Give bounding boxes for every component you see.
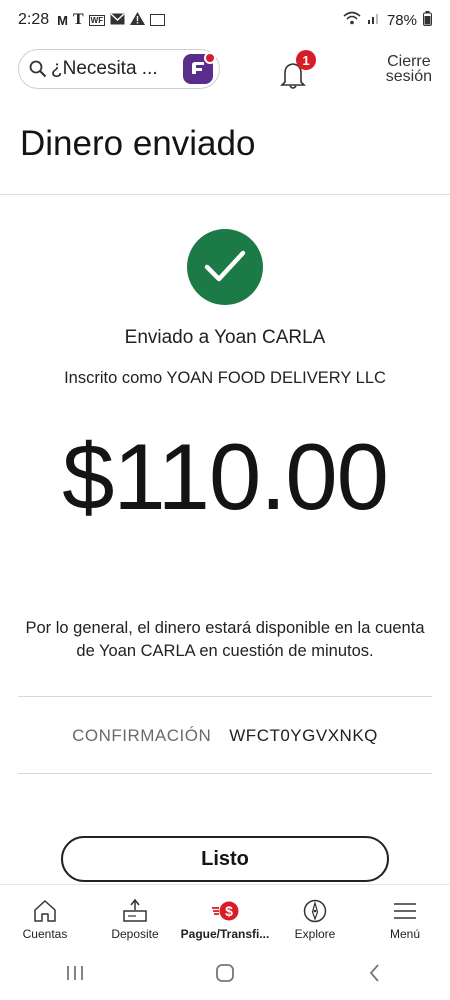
app-header: ¿Necesita ... 1 Cierre sesión <box>0 46 450 94</box>
recipient-text: Enviado a Yoan CARLA <box>124 327 326 348</box>
back-icon[interactable] <box>363 961 387 985</box>
search-placeholder: ¿Necesita ... <box>51 58 158 79</box>
title-divider <box>0 194 450 195</box>
search-icon <box>29 60 47 78</box>
deposit-icon <box>123 898 147 922</box>
success-check-icon <box>187 229 263 305</box>
nav-accounts[interactable]: Cuentas <box>0 885 90 946</box>
battery-percent: 78% <box>386 11 417 29</box>
system-nav-bar <box>0 946 450 1000</box>
signal-icon <box>367 11 381 29</box>
calendar-icon <box>150 14 166 26</box>
status-bar: 2:28 M T WF 78% <box>0 0 450 40</box>
compass-icon <box>303 899 327 923</box>
assistant-icon[interactable] <box>183 52 216 84</box>
nav-label-accounts: Cuentas <box>22 927 68 941</box>
nav-label-explore: Explore <box>294 927 336 941</box>
wifi-icon <box>343 11 361 29</box>
availability-note: Por lo general, el dinero estará disponi… <box>25 619 425 660</box>
pay-transfer-icon: $ <box>212 901 239 921</box>
confirmation-number: WFCT0YGVXNKQ <box>229 726 378 745</box>
nav-explore[interactable]: Explore <box>270 885 360 946</box>
status-right: 78% <box>343 10 432 30</box>
nav-menu[interactable]: Menú <box>360 885 450 946</box>
bottom-nav: Cuentas Deposite $ Pague/Transfi... Expl… <box>0 884 450 946</box>
notification-icons: M T WF <box>57 11 166 29</box>
divider <box>18 773 432 774</box>
amount-sent: $110.00 <box>62 424 389 529</box>
notifications-button[interactable]: 1 <box>280 50 320 89</box>
page-title: Dinero enviado <box>20 124 256 163</box>
search-input[interactable]: ¿Necesita ... <box>18 49 220 89</box>
logout-label-line2: sesión <box>385 68 432 85</box>
assistant-badge <box>204 52 216 64</box>
warning-icon <box>130 12 146 28</box>
status-time: 2:28 <box>18 11 50 28</box>
wf-icon: WF <box>88 14 106 26</box>
gmail-icon: M <box>57 12 68 28</box>
battery-icon <box>423 10 432 30</box>
divider <box>18 696 432 697</box>
mail-icon <box>110 12 125 28</box>
home-icon <box>34 900 56 922</box>
enrolled-as-text: Inscrito como YOAN FOOD DELIVERY LLC <box>64 369 386 387</box>
nav-label-deposit: Deposite <box>111 927 159 941</box>
notification-badge: 1 <box>296 50 316 70</box>
svg-text:$: $ <box>225 903 233 919</box>
confirmation-label: CONFIRMACIÓN <box>72 726 212 745</box>
confirmation-row: CONFIRMACIÓN WFCT0YGVXNKQ <box>0 726 450 746</box>
nav-label-menu: Menú <box>389 927 421 941</box>
tmobile-icon: T <box>72 11 84 28</box>
menu-icon <box>394 903 416 919</box>
home-button-icon[interactable] <box>213 961 237 985</box>
nav-label-pay-transfer: Pague/Transfi... <box>180 927 270 941</box>
recent-apps-icon[interactable] <box>63 961 87 985</box>
nav-deposit[interactable]: Deposite <box>90 885 180 946</box>
done-button[interactable]: Listo <box>61 836 389 882</box>
logout-button[interactable]: Cierre sesión <box>385 53 432 85</box>
nav-pay-transfer[interactable]: $ Pague/Transfi... <box>180 885 270 946</box>
logout-label-line1: Cierre <box>387 53 431 70</box>
